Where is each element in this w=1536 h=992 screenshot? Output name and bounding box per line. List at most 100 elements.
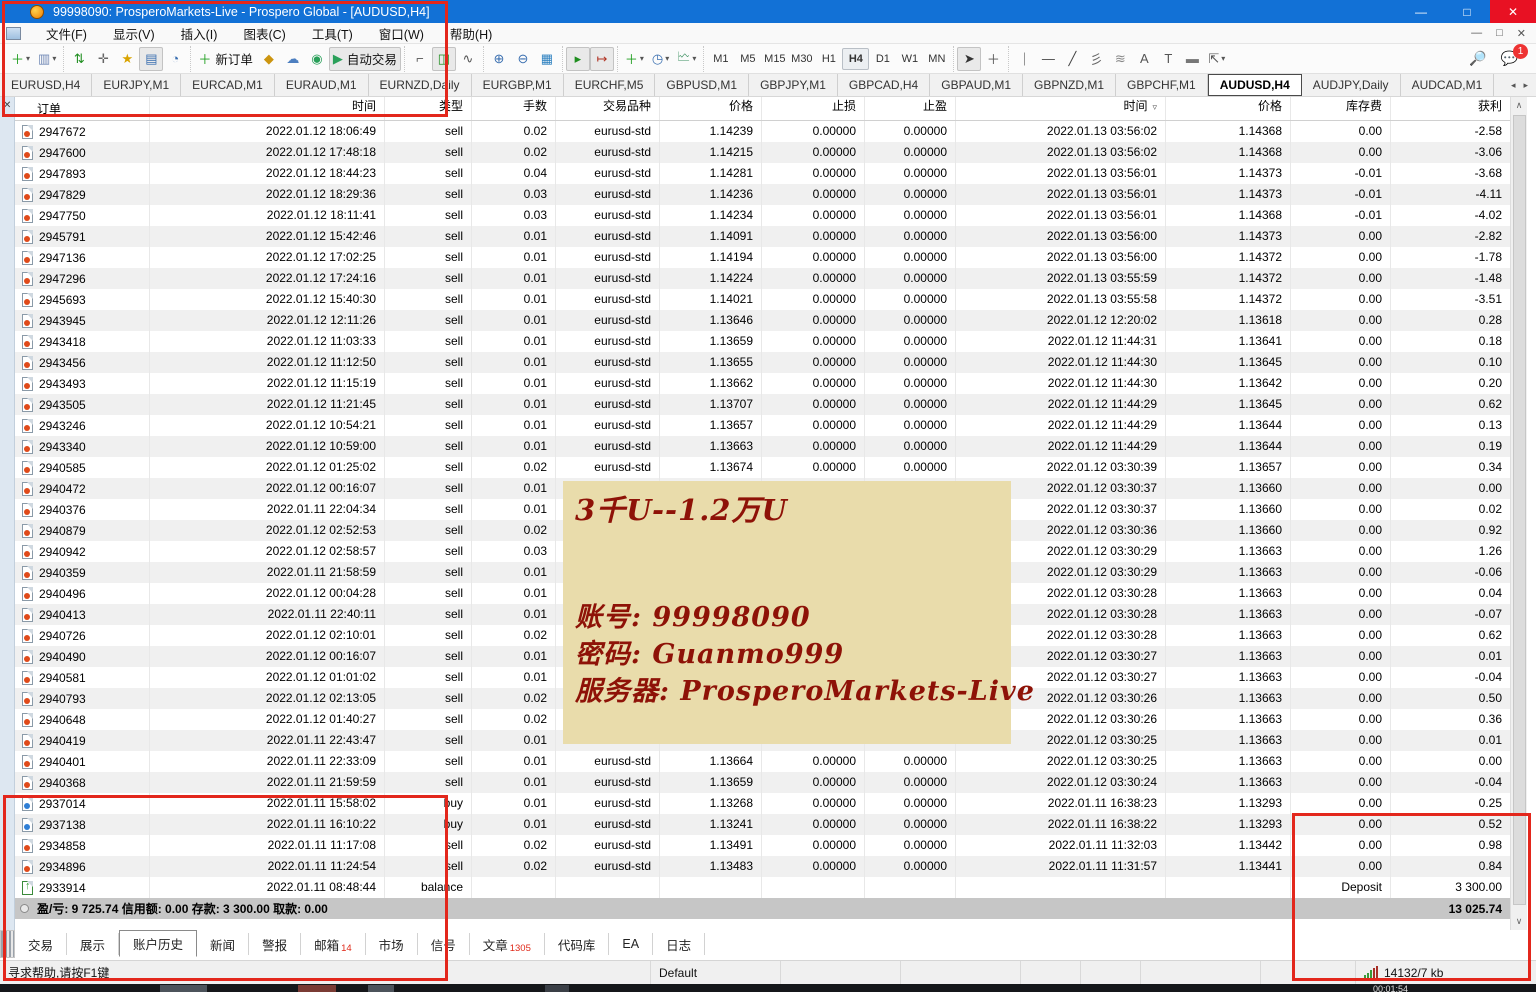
new-order-button[interactable]: ＋新订单 xyxy=(194,47,257,71)
shapes-button[interactable]: ▬ xyxy=(1180,47,1204,71)
chart-shift-button[interactable]: ↦ xyxy=(590,47,614,71)
table-row[interactable]: 29348582022.01.11 11:17:08sell0.02eurusd… xyxy=(15,835,1510,856)
chart-tab-eurchf[interactable]: EURCHF,M5 xyxy=(564,74,656,96)
chart-tab-audjpy[interactable]: AUDJPY,Daily xyxy=(1302,74,1401,96)
menu-item-6[interactable]: 帮助(H) xyxy=(437,23,505,43)
market-watch-button[interactable]: ⇅ xyxy=(67,47,91,71)
table-row[interactable]: 29348962022.01.11 11:24:54sell0.02eurusd… xyxy=(15,856,1510,877)
close-button[interactable]: ✕ xyxy=(1490,0,1536,23)
mdi-restore-button[interactable]: □ xyxy=(1496,27,1503,40)
chart-tab-gbpcad[interactable]: GBPCAD,H4 xyxy=(838,74,930,96)
col-type[interactable]: 类型 xyxy=(385,97,472,120)
col-sl[interactable]: 止损 xyxy=(762,97,865,120)
toolbox-tab-邮箱[interactable]: 邮箱14 xyxy=(301,933,366,955)
signals-button[interactable]: ◉ xyxy=(305,47,329,71)
search-icon[interactable]: 🔎 xyxy=(1469,50,1486,67)
table-row[interactable]: 29472962022.01.12 17:24:16sell0.01eurusd… xyxy=(15,268,1510,289)
crosshair-button[interactable]: ＋ xyxy=(981,47,1005,71)
table-row[interactable]: 29434932022.01.12 11:15:19sell0.01eurusd… xyxy=(15,373,1510,394)
line-chart-button[interactable]: ∿ xyxy=(456,47,480,71)
table-row[interactable]: 29478292022.01.12 18:29:36sell0.03eurusd… xyxy=(15,184,1510,205)
arrows-button[interactable]: ⇱▾ xyxy=(1204,47,1229,71)
table-row[interactable]: 29457912022.01.12 15:42:46sell0.01eurusd… xyxy=(15,226,1510,247)
col-tp[interactable]: 止盈 xyxy=(865,97,956,120)
indicators-button[interactable]: ＋▾ xyxy=(621,47,648,71)
mdi-minimize-button[interactable]: — xyxy=(1471,27,1482,40)
menu-item-4[interactable]: 工具(T) xyxy=(299,23,366,43)
chart-tab-eurnzd[interactable]: EURNZD,Daily xyxy=(369,74,472,96)
periods-button[interactable]: ◷▾ xyxy=(648,47,673,71)
menu-item-5[interactable]: 窗口(W) xyxy=(366,23,437,43)
chart-tab-eurgbp[interactable]: EURGBP,M1 xyxy=(472,74,564,96)
table-row[interactable]: 29434562022.01.12 11:12:50sell0.01eurusd… xyxy=(15,352,1510,373)
scroll-up-icon[interactable]: ∧ xyxy=(1511,100,1527,111)
autotrading-button[interactable]: ▶自动交易 xyxy=(329,47,401,71)
toolbox-tab-交易[interactable]: 交易 xyxy=(15,933,67,955)
chart-tab-eurcad[interactable]: EURCAD,M1 xyxy=(181,74,275,96)
toolbox-tab-代码库[interactable]: 代码库 xyxy=(545,933,610,955)
taskbar-item[interactable] xyxy=(160,985,207,992)
fibonacci-button[interactable]: ≋ xyxy=(1108,47,1132,71)
dropdown-caret-icon[interactable]: ▾ xyxy=(26,54,30,63)
toolbox-grip-icon[interactable] xyxy=(0,930,15,958)
timeframe-m15-button[interactable]: M15 xyxy=(761,48,788,70)
status-profile[interactable]: Default xyxy=(651,961,781,984)
table-row[interactable]: 29478932022.01.12 18:44:23sell0.04eurusd… xyxy=(15,163,1510,184)
timeframe-h1-button[interactable]: H1 xyxy=(815,48,842,70)
table-row[interactable]: 29435052022.01.12 11:21:45sell0.01eurusd… xyxy=(15,394,1510,415)
timeframe-h4-button[interactable]: H4 xyxy=(842,48,869,70)
toolbox-tab-账户历史[interactable]: 账户历史 xyxy=(119,930,197,957)
timeframe-d1-button[interactable]: D1 xyxy=(869,48,896,70)
toolbox-tab-警报[interactable]: 警报 xyxy=(249,933,301,955)
candlestick-button[interactable]: ◫ xyxy=(432,47,456,71)
table-row[interactable]: 29339142022.01.11 08:48:44balanceDeposit… xyxy=(15,877,1510,898)
menu-item-1[interactable]: 显示(V) xyxy=(100,23,168,43)
label-button[interactable]: T xyxy=(1156,47,1180,71)
menu-item-0[interactable]: 文件(F) xyxy=(33,23,100,43)
col-open-price[interactable]: 价格 xyxy=(660,97,762,120)
taskbar-item[interactable] xyxy=(545,985,569,992)
timeframe-mn-button[interactable]: MN xyxy=(923,48,950,70)
table-row[interactable]: 29456932022.01.12 15:40:30sell0.01eurusd… xyxy=(15,289,1510,310)
toolbox-tab-EA[interactable]: EA xyxy=(609,933,653,955)
dropdown-caret-icon[interactable]: ▾ xyxy=(665,54,669,63)
chart-tab-gbpusd[interactable]: GBPUSD,M1 xyxy=(655,74,749,96)
elliott-button[interactable]: 彡 xyxy=(1084,47,1108,71)
dropdown-caret-icon[interactable]: ▾ xyxy=(640,54,644,63)
col-profit[interactable]: 获利 xyxy=(1391,97,1510,120)
toolbox-tab-展示[interactable]: 展示 xyxy=(67,933,119,955)
toolbox-tab-文章[interactable]: 文章1305 xyxy=(470,933,545,955)
col-swap[interactable]: 库存费 xyxy=(1291,97,1391,120)
table-row[interactable]: 29476722022.01.12 18:06:49sell0.02eurusd… xyxy=(15,121,1510,142)
timeframe-m30-button[interactable]: M30 xyxy=(788,48,815,70)
panel-close-icon[interactable]: ✕ xyxy=(3,100,11,111)
table-row[interactable]: 29439452022.01.12 12:11:26sell0.01eurusd… xyxy=(15,310,1510,331)
trendline-button[interactable]: ╱ xyxy=(1060,47,1084,71)
table-row[interactable]: 29476002022.01.12 17:48:18sell0.02eurusd… xyxy=(15,142,1510,163)
chart-tab-gbpjpy[interactable]: GBPJPY,M1 xyxy=(749,74,838,96)
table-row[interactable]: 29404012022.01.11 22:33:09sell0.01eurusd… xyxy=(15,751,1510,772)
toolbox-tab-日志[interactable]: 日志 xyxy=(653,933,705,955)
col-order[interactable]: 订单 xyxy=(15,97,150,120)
data-window-button[interactable]: ✛ xyxy=(91,47,115,71)
taskbar-item[interactable] xyxy=(368,985,394,992)
table-row[interactable]: 29371382022.01.11 16:10:22buy0.01eurusd-… xyxy=(15,814,1510,835)
menu-item-3[interactable]: 图表(C) xyxy=(230,23,298,43)
scrollbar-thumb[interactable] xyxy=(1513,115,1526,905)
col-open-time[interactable]: 时间 xyxy=(150,97,385,120)
table-row[interactable]: 29405852022.01.12 01:25:02sell0.02eurusd… xyxy=(15,457,1510,478)
table-row[interactable]: 29434182022.01.12 11:03:33sell0.01eurusd… xyxy=(15,331,1510,352)
mdi-close-button[interactable]: ✕ xyxy=(1517,27,1526,40)
vertical-scrollbar[interactable]: ∧ ∨ xyxy=(1510,97,1527,930)
auto-scroll-button[interactable]: ▸ xyxy=(566,47,590,71)
chart-tab-gbpnzd[interactable]: GBPNZD,M1 xyxy=(1023,74,1116,96)
quotes-button[interactable]: ◆ xyxy=(257,47,281,71)
col-close-price[interactable]: 价格 xyxy=(1166,97,1291,120)
table-row[interactable]: 29471362022.01.12 17:02:25sell0.01eurusd… xyxy=(15,247,1510,268)
table-row[interactable]: 29403682022.01.11 21:59:59sell0.01eurusd… xyxy=(15,772,1510,793)
terminal-button[interactable]: ▤ xyxy=(139,47,163,71)
chart-tab-audcad[interactable]: AUDCAD,M1 xyxy=(1401,74,1495,96)
tab-scroll-right-icon[interactable]: ▸ xyxy=(1523,80,1528,91)
hline-button[interactable]: — xyxy=(1036,47,1060,71)
timeframe-m1-button[interactable]: M1 xyxy=(707,48,734,70)
